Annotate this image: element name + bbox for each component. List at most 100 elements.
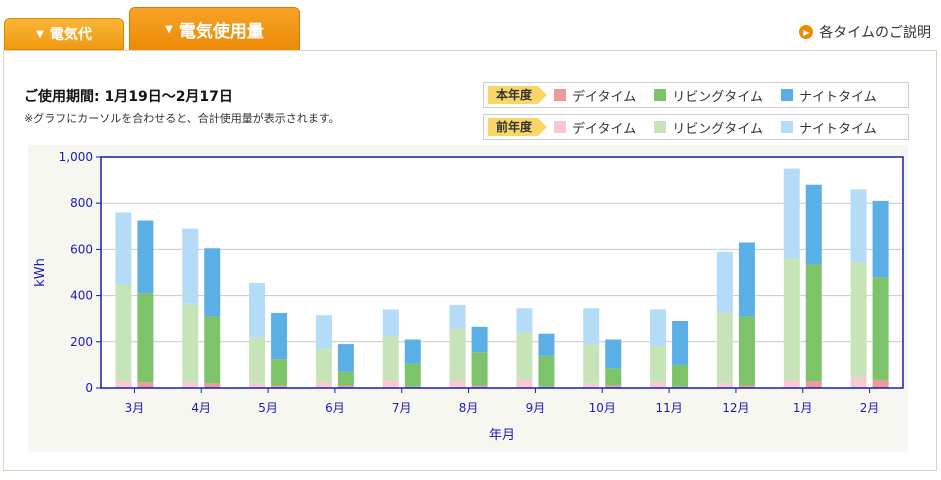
- tab-electricity-fee[interactable]: ▼ 電気代: [4, 18, 124, 50]
- x-tick-label: 8月: [459, 401, 479, 415]
- bar-segment: [137, 382, 154, 388]
- bar-segment: [605, 339, 622, 369]
- bar-segment: [850, 377, 867, 388]
- bar-segment: [449, 381, 466, 388]
- bar-segment: [182, 228, 199, 304]
- bar-segment: [850, 189, 867, 263]
- tab-electricity-usage-label: 電気使用量: [178, 22, 264, 42]
- y-tick-label: 400: [70, 289, 93, 303]
- legend-previous-tag: 前年度: [488, 118, 548, 136]
- legend-cur-living-label: リビングタイム: [672, 89, 763, 105]
- legend-cur-night-label: ナイトタイム: [799, 89, 877, 105]
- bar-segment: [137, 220, 154, 294]
- legend-current-year: 本年度 デイタイム リビングタイム ナイトタイム: [483, 82, 909, 108]
- bar-segment: [182, 382, 199, 388]
- bar-segment: [315, 382, 332, 388]
- bar-segment: [805, 264, 822, 382]
- x-tick-label: 3月: [125, 401, 145, 415]
- bar-segment: [650, 382, 667, 388]
- bar-segment: [872, 277, 889, 380]
- bar-segment: [337, 344, 354, 372]
- legend-previous-year: 前年度 デイタイム リビングタイム ナイトタイム: [483, 114, 909, 140]
- x-tick-label: 11月: [655, 401, 682, 415]
- bar-segment: [716, 251, 733, 313]
- bar-segment: [516, 379, 533, 388]
- legend-prev-night-label: ナイトタイム: [799, 121, 877, 137]
- bar-segment: [583, 308, 600, 345]
- legend-prev-living-label: リビングタイム: [672, 121, 763, 137]
- swatch-icon: [654, 121, 667, 133]
- y-tick-label: 0: [85, 381, 93, 395]
- bar-segment: [738, 242, 755, 317]
- y-tick-label: 800: [70, 196, 93, 210]
- x-tick-label: 6月: [325, 401, 345, 415]
- bar-segment: [716, 312, 733, 384]
- x-tick-label: 9月: [526, 401, 546, 415]
- triangle-down-icon: ▼: [36, 28, 44, 40]
- x-tick-label: 2月: [860, 401, 880, 415]
- bar-segment: [650, 346, 667, 383]
- y-tick-label: 1,000: [59, 150, 93, 164]
- x-tick-label: 1月: [793, 401, 813, 415]
- swatch-icon: [781, 89, 793, 101]
- y-tick-label: 200: [70, 335, 93, 349]
- usage-bar-chart: 0 200 400 600 800 1,000 3月 4月 5月 6月 7月 8月 9月 10月 11月 12…: [33, 150, 904, 443]
- hover-note: ※グラフにカーソルを合わせると、合計使用量が表示されます。: [24, 112, 340, 125]
- bar-segment: [783, 379, 800, 388]
- bar-segment: [605, 368, 622, 386]
- x-axis-label: 年月: [489, 428, 515, 443]
- legend-prev-day-label: デイタイム: [572, 121, 637, 137]
- bar-segment: [404, 339, 421, 364]
- bar-segment: [204, 248, 221, 317]
- legend-cur-day: デイタイム: [554, 86, 636, 105]
- bar-segment: [315, 315, 332, 349]
- play-circle-icon: ▶: [799, 25, 814, 39]
- bar-segment: [783, 258, 800, 380]
- chart-legend: 本年度 デイタイム リビングタイム ナイトタイム 前年度 デイタイム リビングタ…: [483, 82, 909, 146]
- y-axis-label: kWh: [33, 258, 48, 287]
- bar-segment: [382, 309, 399, 337]
- legend-prev-day: デイタイム: [554, 118, 636, 137]
- legend-current-tag: 本年度: [488, 86, 548, 104]
- bar-segment: [738, 316, 755, 386]
- x-tick-label: 12月: [722, 401, 749, 415]
- bar-segment: [271, 359, 288, 386]
- bar-segment: [872, 200, 889, 278]
- bar-segment: [850, 262, 867, 378]
- bar-segment: [872, 379, 889, 388]
- swatch-icon: [654, 89, 667, 101]
- bar-segment: [271, 312, 288, 360]
- bar-segment: [471, 352, 488, 386]
- bar-segment: [583, 344, 600, 384]
- bar-segment: [182, 303, 199, 383]
- legend-cur-living: リビングタイム: [654, 86, 763, 105]
- bar-segment: [516, 308, 533, 333]
- bar-segment: [382, 379, 399, 388]
- bar-segment: [404, 363, 421, 387]
- x-tick-label: 5月: [258, 401, 278, 415]
- tab-electricity-fee-label: 電気代: [49, 27, 92, 43]
- bar-segment: [315, 348, 332, 383]
- bar-segment: [805, 381, 822, 388]
- bar-segment: [115, 381, 132, 388]
- x-tick-label: 7月: [392, 401, 412, 415]
- bar-segment: [115, 212, 132, 285]
- bar-segment: [672, 364, 689, 387]
- bar-segment: [337, 371, 354, 386]
- bar-segment: [538, 333, 555, 356]
- bar-segment: [137, 293, 154, 383]
- bar-segment: [783, 168, 800, 259]
- swatch-icon: [554, 121, 567, 133]
- bar-segment: [449, 304, 466, 330]
- triangle-down-icon: ▼: [165, 24, 173, 35]
- time-explanation-link[interactable]: ▶ 各タイムのご説明: [799, 22, 931, 42]
- usage-period: ご使用期間: 1月19日～2月17日: [24, 89, 233, 105]
- bar-segment: [115, 284, 132, 382]
- legend-cur-night: ナイトタイム: [781, 86, 877, 105]
- tab-electricity-usage[interactable]: ▼ 電気使用量: [129, 7, 300, 51]
- time-explanation-label: 各タイムのご説明: [819, 25, 931, 41]
- legend-prev-night: ナイトタイム: [781, 118, 877, 137]
- bar-segment: [672, 321, 689, 365]
- bar-segment: [249, 282, 266, 338]
- bar-segment: [516, 332, 533, 380]
